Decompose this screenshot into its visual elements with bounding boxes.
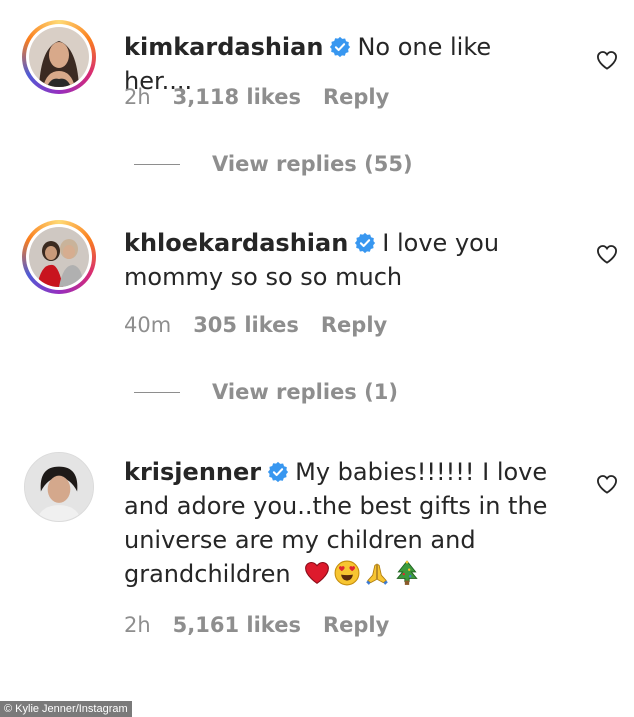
reply-button[interactable]: Reply bbox=[321, 312, 387, 338]
avatar bbox=[29, 27, 89, 87]
verified-badge-icon bbox=[330, 36, 351, 58]
divider-line bbox=[134, 391, 180, 393]
comment-meta: 40m 305 likes Reply bbox=[124, 312, 387, 338]
heart-icon[interactable] bbox=[596, 50, 618, 70]
timestamp: 2h bbox=[124, 85, 151, 109]
comments-screenshot: kimkardashian No one like her.... 2h 3,11… bbox=[0, 0, 634, 717]
red-heart-emoji-icon bbox=[305, 561, 330, 584]
comment-body-line-1: I love you bbox=[382, 229, 500, 257]
timestamp: 2h bbox=[124, 613, 151, 637]
comment-body-line-4: grandchildren bbox=[124, 560, 291, 588]
avatar-photo bbox=[25, 453, 93, 521]
reply-button[interactable]: Reply bbox=[323, 84, 389, 110]
view-replies-label: View replies (55) bbox=[212, 152, 413, 176]
avatar-story-ring[interactable] bbox=[22, 220, 96, 294]
comment-body-line-2: mommy so so so much bbox=[124, 263, 403, 291]
likes-count[interactable]: 5,161 likes bbox=[173, 612, 301, 638]
username[interactable]: kimkardashian bbox=[124, 33, 323, 61]
comment-text: khloekardashian I love you mommy so so so… bbox=[124, 226, 564, 294]
folded-hands-emoji-icon bbox=[366, 563, 389, 585]
avatar-story-ring[interactable] bbox=[22, 20, 96, 94]
timestamp: 40m bbox=[124, 313, 172, 337]
christmas-tree-emoji-icon bbox=[396, 560, 418, 585]
verified-badge-icon bbox=[355, 232, 376, 254]
likes-count[interactable]: 3,118 likes bbox=[173, 84, 301, 110]
view-replies-button[interactable]: View replies (55) bbox=[134, 152, 413, 176]
avatar bbox=[29, 227, 89, 287]
username[interactable]: khloekardashian bbox=[124, 229, 348, 257]
comment-body-line-2: and adore you..the best gifts in the bbox=[124, 492, 548, 520]
username[interactable]: krisjenner bbox=[124, 458, 261, 486]
photo-credit: © Kylie Jenner/Instagram bbox=[0, 701, 132, 717]
comment-text: krisjenner My babies!!!!!! I love and ado… bbox=[124, 455, 564, 591]
heart-icon[interactable] bbox=[596, 474, 618, 494]
heart-eyes-emoji-icon bbox=[334, 560, 360, 586]
reply-button[interactable]: Reply bbox=[323, 612, 389, 638]
comment-body-line-1: My babies!!!!!! I love bbox=[295, 458, 548, 486]
likes-count[interactable]: 305 likes bbox=[193, 312, 299, 338]
comment-meta: 2h 3,118 likes Reply bbox=[124, 84, 389, 110]
view-replies-button[interactable]: View replies (1) bbox=[134, 380, 398, 404]
divider-line bbox=[134, 163, 180, 165]
comment-body-line-3: universe are my children and bbox=[124, 526, 476, 554]
verified-badge-icon bbox=[268, 461, 289, 483]
avatar[interactable] bbox=[24, 452, 94, 522]
comment-meta: 2h 5,161 likes Reply bbox=[124, 612, 389, 638]
heart-icon[interactable] bbox=[596, 244, 618, 264]
view-replies-label: View replies (1) bbox=[212, 380, 398, 404]
